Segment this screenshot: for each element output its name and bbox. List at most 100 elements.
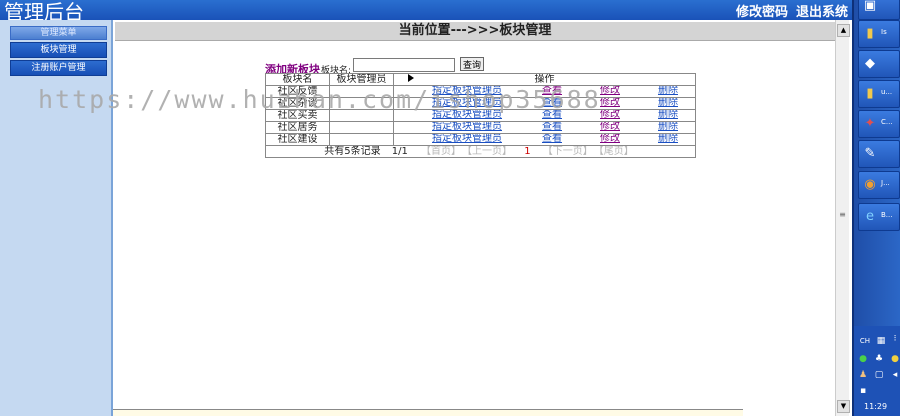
assign-admin-link[interactable]: 指定板块管理员	[432, 111, 502, 121]
bottom-frame-edge	[113, 409, 743, 416]
table-row: 社区居务 指定板块管理员 查看 修改 删除	[265, 121, 696, 134]
system-tray: CH ▦ ⁝ ● ♣ ● ♟ ▢ ◂ ▪ 11:29	[854, 326, 900, 416]
sidebar-heading: 管理菜单	[10, 26, 107, 40]
view-link[interactable]: 查看	[542, 87, 562, 97]
taskbar-button[interactable]: ▮ u...	[858, 80, 900, 108]
assign-admin-link[interactable]: 指定板块管理员	[432, 135, 502, 145]
column-header-actions: 操作	[393, 73, 696, 86]
table-row: 社区建设 指定板块管理员 查看 修改 删除	[265, 133, 696, 146]
app-icon: ✦	[864, 116, 876, 131]
column-header-board-name: 板块名	[265, 73, 330, 86]
taskbar-button[interactable]: ◉ J...	[858, 171, 900, 199]
display-icon[interactable]: ▢	[874, 370, 884, 380]
edit-link[interactable]: 修改	[600, 135, 620, 145]
board-name-input[interactable]	[353, 58, 455, 72]
board-admin-cell	[329, 97, 394, 110]
volume-icon[interactable]: ◂	[890, 370, 900, 380]
taskbar-label: B...	[881, 211, 893, 219]
connection-icon[interactable]: ▪	[858, 386, 868, 396]
first-page-link[interactable]: 【首页】	[421, 147, 461, 157]
view-link[interactable]: 查看	[542, 99, 562, 109]
board-admin-cell	[329, 109, 394, 122]
delete-link[interactable]: 删除	[658, 111, 678, 121]
taskbar-button[interactable]: ✦ C...	[858, 110, 900, 138]
breadcrumb: 当前位置--->>>板块管理	[115, 22, 835, 41]
last-page-link[interactable]: 【尾页】	[599, 147, 634, 157]
taskbar-button[interactable]: ◆	[858, 50, 900, 78]
sidebar-item-board-management[interactable]: 板块管理	[10, 42, 107, 58]
view-link[interactable]: 查看	[542, 135, 562, 145]
column-header-board-admin: 板块管理员	[329, 73, 394, 86]
prev-page-link[interactable]: 【上一页】	[467, 147, 512, 157]
assign-admin-link[interactable]: 指定板块管理员	[432, 123, 502, 133]
view-link[interactable]: 查看	[542, 111, 562, 121]
folder-icon: ▮	[866, 86, 874, 101]
actions-cell: 指定板块管理员 查看 修改 删除	[393, 85, 696, 98]
drive-icon: ◆	[865, 56, 875, 71]
actions-cell: 指定板块管理员 查看 修改 删除	[393, 133, 696, 146]
settings-icon[interactable]: ⁝	[890, 334, 900, 344]
board-name-cell: 社区建设	[265, 133, 330, 146]
window-icon: ▣	[863, 0, 877, 13]
board-admin-cell	[329, 133, 394, 146]
taskbar-label: J...	[881, 179, 890, 187]
board-name-cell: 社区居务	[265, 121, 330, 134]
pager-row: 共有5条记录 1/1 【首页】 【上一页】 1 【下一页】 【尾页】	[265, 145, 696, 158]
update-icon[interactable]: ●	[890, 354, 900, 364]
taskbar-label: u...	[881, 88, 893, 96]
actions-cell: 指定板块管理员 查看 修改 删除	[393, 97, 696, 110]
sidebar: 管理菜单 板块管理 注册账户管理	[0, 20, 113, 416]
scroll-down-icon[interactable]: ▼	[837, 400, 850, 413]
scroll-grip-icon[interactable]: ≡	[838, 210, 847, 220]
keyboard-icon[interactable]: ▦	[876, 336, 886, 346]
search-button[interactable]: 查询	[460, 57, 484, 71]
scroll-up-icon[interactable]: ▲	[837, 24, 850, 37]
delete-link[interactable]: 删除	[658, 135, 678, 145]
table-header-row: 板块名 板块管理员 操作	[265, 73, 696, 86]
taskbar-button[interactable]: e B...	[858, 203, 900, 231]
current-page-number[interactable]: 1	[524, 147, 530, 157]
sidebar-item-account-management[interactable]: 注册账户管理	[10, 60, 107, 76]
table-row: 社区杂谈 指定板块管理员 查看 修改 删除	[265, 97, 696, 110]
logout-link[interactable]: 退出系统	[796, 5, 848, 20]
header-links: 修改密码 退出系统	[728, 1, 848, 20]
edit-link[interactable]: 修改	[600, 123, 620, 133]
page-indicator: 1/1	[391, 145, 408, 157]
taskbar-label: C...	[881, 118, 893, 126]
record-count: 共有5条记录	[324, 145, 381, 157]
delete-link[interactable]: 删除	[658, 123, 678, 133]
edit-link[interactable]: 修改	[600, 111, 620, 121]
mouse-pointer-icon	[408, 74, 414, 82]
shield-icon[interactable]: ♣	[874, 354, 884, 364]
view-link[interactable]: 查看	[542, 123, 562, 133]
actions-cell: 指定板块管理员 查看 修改 删除	[393, 121, 696, 134]
taskbar-button[interactable]: ✎	[858, 140, 900, 168]
folder-icon: ▮	[866, 26, 874, 41]
top-header: 管理后台 修改密码 退出系统	[0, 0, 852, 24]
delete-link[interactable]: 删除	[658, 99, 678, 109]
edit-link[interactable]: 修改	[600, 99, 620, 109]
vertical-scrollbar[interactable]: ▲ ≡ ▼	[835, 20, 850, 416]
clock[interactable]: 11:29	[864, 402, 887, 411]
edit-link[interactable]: 修改	[600, 87, 620, 97]
user-icon[interactable]: ♟	[858, 370, 868, 380]
table-row: 社区反馈 指定板块管理员 查看 修改 删除	[265, 85, 696, 98]
tool-icon: ✎	[864, 146, 876, 161]
table-row: 社区买卖 指定板块管理员 查看 修改 删除	[265, 109, 696, 122]
language-indicator[interactable]: CH	[858, 336, 872, 346]
assign-admin-link[interactable]: 指定板块管理员	[432, 99, 502, 109]
assign-admin-link[interactable]: 指定板块管理员	[432, 87, 502, 97]
game-icon: ◉	[864, 177, 876, 192]
pager-cell: 共有5条记录 1/1 【首页】 【上一页】 1 【下一页】 【尾页】	[265, 145, 696, 158]
taskbar-button-top[interactable]: ▣	[858, 0, 900, 20]
actions-cell: 指定板块管理员 查看 修改 删除	[393, 109, 696, 122]
delete-link[interactable]: 删除	[658, 87, 678, 97]
ie-icon: e	[866, 209, 874, 224]
board-admin-cell	[329, 121, 394, 134]
next-page-link[interactable]: 【下一页】	[543, 147, 593, 157]
network-icon[interactable]: ●	[858, 354, 868, 364]
change-password-link[interactable]: 修改密码	[736, 5, 788, 20]
board-name-cell: 社区反馈	[265, 85, 330, 98]
taskbar-button[interactable]: ▮ Is	[858, 20, 900, 48]
board-admin-cell	[329, 85, 394, 98]
